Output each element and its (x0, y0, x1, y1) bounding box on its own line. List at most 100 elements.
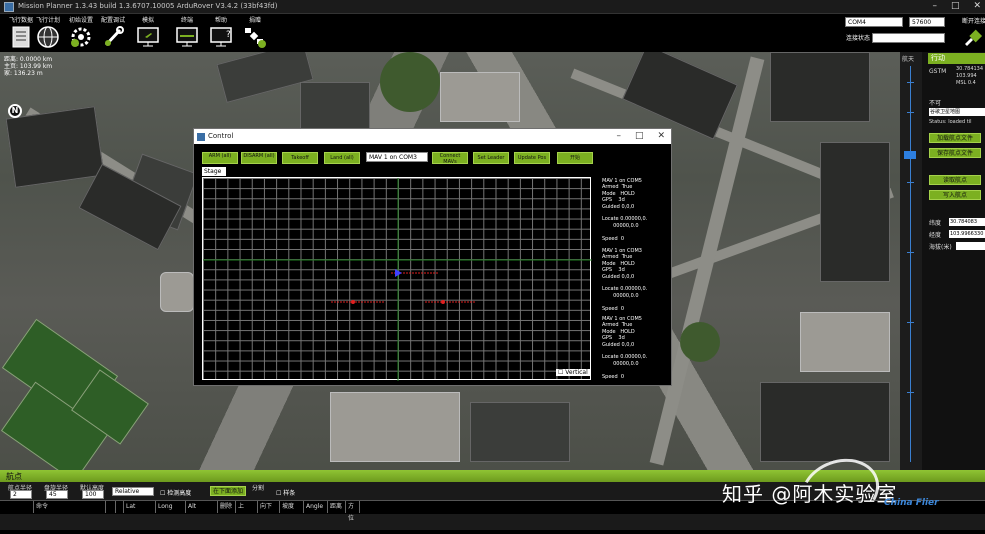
app-icon (4, 2, 14, 12)
hud-home: 主页: 103.99 km (4, 63, 53, 70)
link-stats-label[interactable]: 连接状态 (846, 33, 870, 42)
mav-locate: Locate 0.00000,0. 00000,0.0 (602, 216, 648, 229)
axis-lines (203, 178, 592, 381)
col-alt: Alt (186, 501, 218, 513)
wp-radius-field[interactable]: 2 (10, 490, 32, 499)
globe-icon (37, 26, 59, 48)
mav-speed: Speed 0 (602, 235, 625, 242)
monitor-terminal-icon (176, 27, 198, 47)
mav-guided: Guided 0,0,0 (602, 341, 635, 348)
col-az: 方位 (346, 501, 360, 522)
connect-mavs-button[interactable]: Connect MAVs (432, 152, 468, 164)
maximize-icon[interactable]: □ (951, 1, 960, 11)
vertical-checkbox[interactable]: ☐ Vertical (556, 369, 590, 376)
mav-guided: Guided 0,0,0 (602, 273, 635, 280)
zoom-thumb[interactable] (904, 151, 916, 159)
menu-bar: 飞行数据 飞行计划 初始设置 配置调试 模拟 终端 帮助 ? 捐赠 (0, 14, 985, 52)
lat2-label: 纬度 (929, 220, 942, 227)
alt-value: MSL 0.4 (956, 80, 976, 86)
window-title: Mission Planner 1.3.43 build 1.3.6707.10… (18, 2, 278, 10)
svg-text:?: ? (226, 30, 231, 40)
arm-all-button[interactable]: ARM (all) (202, 152, 238, 164)
takeoff-button[interactable]: Takeoff (282, 152, 318, 164)
gear-plus-icon (71, 27, 91, 47)
set-leader-button[interactable]: Set Leader (473, 152, 509, 164)
baud-select[interactable]: 57600 (909, 17, 945, 27)
land-all-button[interactable]: Land (all) (324, 152, 360, 164)
col-grad: 坡度 (280, 501, 304, 513)
col-header (116, 501, 124, 513)
spline-checkbox[interactable]: ☐ 样条 (276, 488, 295, 497)
dialog-minimize-icon[interactable]: – (616, 131, 621, 141)
zoom-tick (907, 182, 914, 183)
mav-locate: Locate 0.00000,0. 00000,0.0 (602, 354, 648, 367)
zoom-scale[interactable]: 航天 (900, 52, 922, 470)
menu-simulation[interactable]: 模拟 (127, 14, 169, 52)
col-dist: 距离 (328, 501, 346, 513)
verify-height-checkbox[interactable]: ☐ 检测高度 (160, 488, 191, 497)
alt-mode-select[interactable]: Relative (112, 487, 154, 496)
mav-gps: GPS 3d (602, 335, 625, 342)
satellite-donate-icon (245, 28, 266, 48)
dialog-title: Control (208, 132, 234, 140)
spline-label: 样条 (283, 490, 296, 497)
mav-mode: Mode HOLD (602, 260, 635, 267)
default-alt-field[interactable]: 100 (82, 490, 104, 499)
action-header: 行动 (928, 53, 985, 64)
dialog-titlebar[interactable]: Control – □ ✕ (194, 129, 671, 144)
checkbox-label[interactable]: 不可 (929, 98, 941, 107)
gps-label: GSTM (929, 68, 947, 75)
watermark-brand: China Flier (884, 498, 939, 508)
save-wp-button[interactable]: 保存航点文件 (929, 148, 981, 158)
zoom-tick (907, 82, 914, 83)
disarm-all-button[interactable]: DISARM (all) (241, 152, 277, 164)
col-angle: Angle (304, 501, 328, 513)
col-lat: Lat (124, 501, 156, 513)
mav-speed: Speed 0 (602, 373, 625, 380)
load-wp-button[interactable]: 加载航点文件 (929, 133, 981, 143)
col-command: 命令 (34, 501, 106, 513)
menu-donate-label: 捐赠 (248, 17, 261, 24)
watermark-text: 知乎 @阿木实验室 (722, 482, 898, 506)
waypoint-header: 航点 (6, 472, 22, 481)
wrench-icon (104, 26, 124, 47)
read-wp-button[interactable]: 读取航点 (929, 175, 981, 185)
map-type-dropdown[interactable]: 谷歌卫星地图 (929, 108, 985, 116)
hud-dist2: 家: 136.23 m (4, 70, 43, 77)
minimize-icon[interactable]: – (932, 1, 937, 11)
dialog-body: ARM (all) DISARM (all) Takeoff Land (all… (194, 144, 671, 385)
menu-donate[interactable]: 捐赠 (234, 14, 276, 52)
hud-distance: 距离: 0.0000 km (4, 56, 53, 63)
dialog-maximize-icon[interactable]: □ (635, 131, 644, 141)
start-button[interactable]: 开始 (557, 152, 593, 164)
zoom-tick (907, 112, 914, 113)
plug-icon[interactable] (962, 27, 984, 47)
mav-guided: Guided 0,0,0 (602, 203, 635, 210)
write-wp-button[interactable]: 写入航点 (929, 190, 981, 200)
loiter-radius-field[interactable]: 45 (46, 490, 68, 499)
zoom-track[interactable] (910, 66, 911, 462)
port-select[interactable]: COM4 (845, 17, 903, 27)
stage-tab[interactable]: Stage 1 (202, 167, 226, 184)
formation-grid[interactable] (202, 177, 592, 381)
zoom-tick (907, 392, 914, 393)
update-pos-button[interactable]: Update Pos (514, 152, 550, 164)
follower-marker-icon[interactable] (425, 300, 475, 304)
verify-height-label: 检测高度 (167, 490, 192, 497)
follower-marker-icon[interactable] (331, 300, 385, 304)
close-icon[interactable]: ✕ (973, 1, 981, 11)
monitor-help-icon: ? (210, 27, 232, 47)
title-bar: Mission Planner 1.3.43 build 1.3.6707.10… (0, 0, 985, 14)
lng2-field[interactable]: 103.9966330 (949, 230, 985, 238)
mav-head: MAV 1 on COM5 (602, 316, 642, 322)
mav-info-3: MAV 1 on COM5 Armed True Mode HOLD GPS 3… (602, 316, 647, 380)
mav-select[interactable]: MAV 1 on COM3 (366, 152, 428, 162)
connect-label[interactable]: 断开连接 (962, 16, 985, 25)
mav-head: MAV 1 on COM5 (602, 178, 642, 184)
add-below-button[interactable]: 在下面添加 (210, 486, 246, 496)
lat2-field[interactable]: 30.784083 (949, 218, 985, 226)
link-stats-field[interactable] (872, 33, 945, 43)
dialog-close-icon[interactable]: ✕ (657, 131, 665, 141)
menu-simulation-label: 模拟 (141, 17, 154, 24)
alt2-field[interactable] (956, 242, 985, 250)
